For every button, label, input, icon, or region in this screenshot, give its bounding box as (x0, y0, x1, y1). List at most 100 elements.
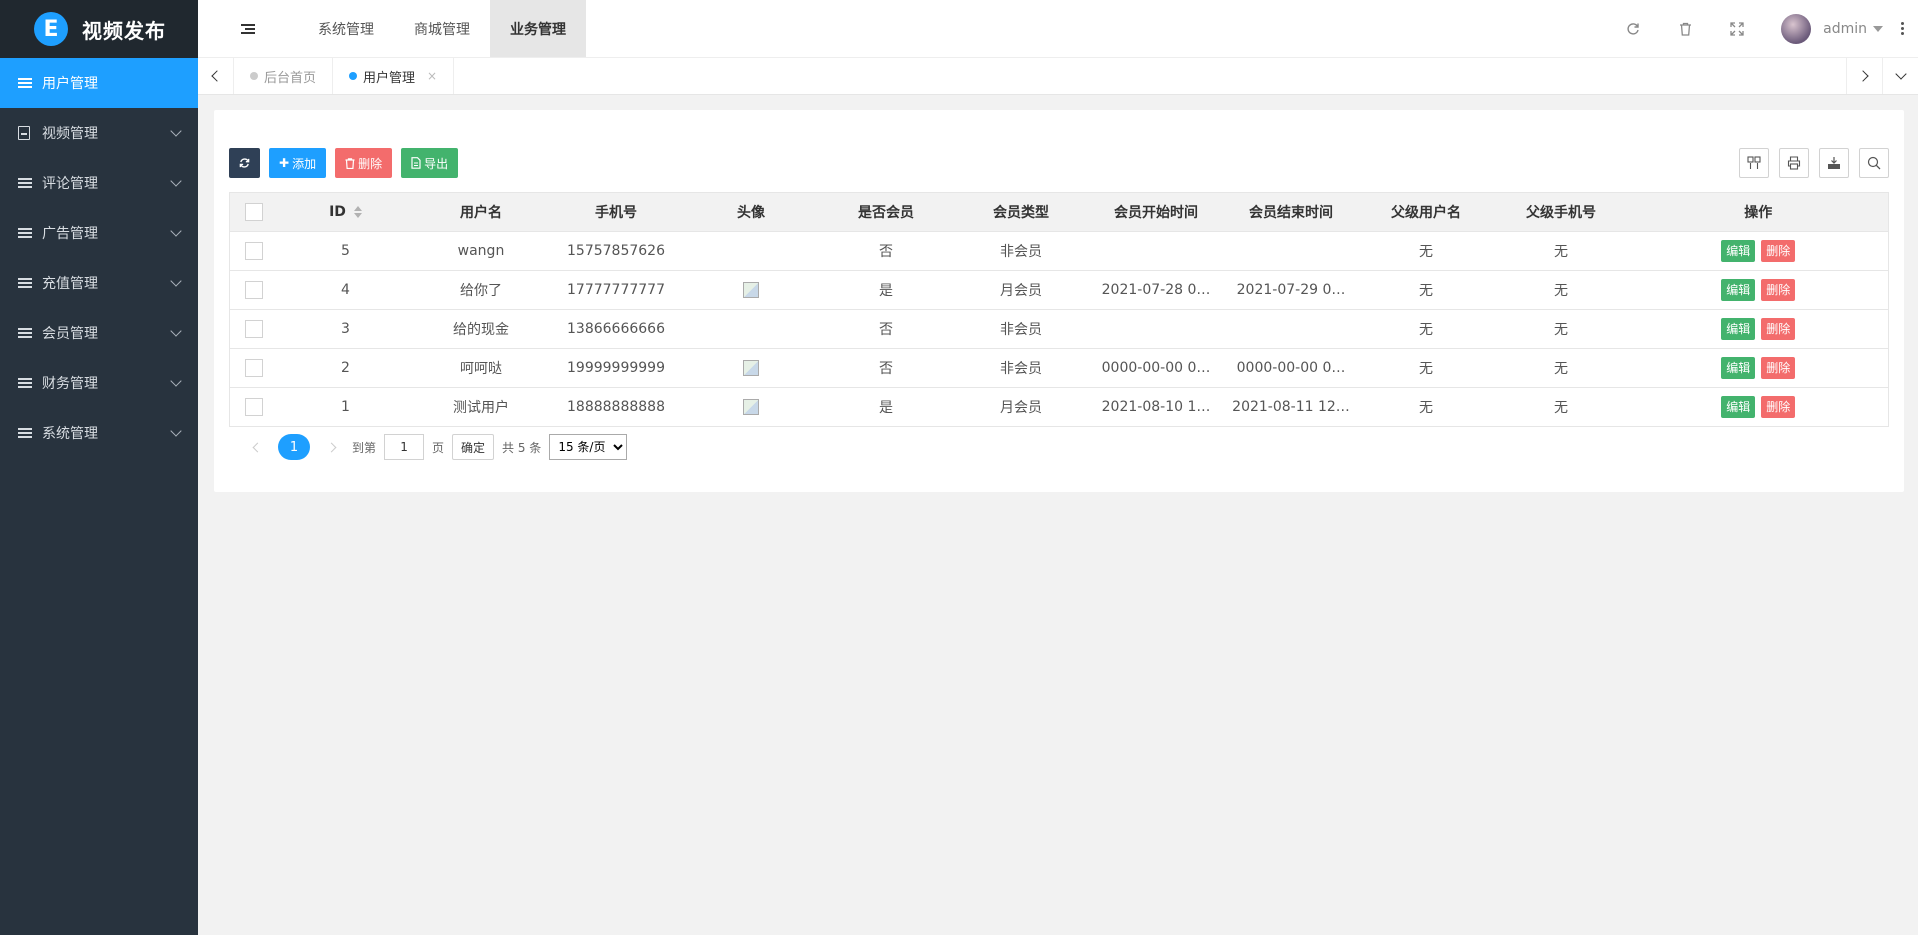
fullscreen-button[interactable] (1711, 0, 1763, 58)
cell-start (1088, 231, 1224, 271)
row-checkbox[interactable] (244, 281, 263, 299)
page-tab-strip: 后台首页 用户管理 × (198, 58, 1918, 95)
menu-toggle-button[interactable] (198, 0, 298, 57)
close-icon[interactable]: × (427, 69, 437, 83)
chevron-right-icon (326, 442, 336, 452)
list-icon (18, 428, 32, 438)
cell-phone: 15757857626 (548, 231, 684, 271)
select-all-cell (229, 192, 278, 232)
sort-icon[interactable] (353, 206, 362, 218)
delete-button[interactable]: 删除 (1761, 279, 1796, 301)
top-tab-1[interactable]: 商城管理 (394, 0, 490, 57)
tabs-scroll-left-button[interactable] (198, 58, 234, 94)
row-checkbox[interactable] (244, 242, 263, 260)
edit-button[interactable]: 编辑 (1721, 357, 1756, 379)
list-icon (18, 178, 32, 188)
refresh-icon (1627, 22, 1639, 35)
cell-id: 1 (277, 387, 414, 427)
sidebar-item-label: 财务管理 (42, 376, 98, 392)
column-header-member-type: 会员类型 (953, 192, 1089, 232)
column-header-actions: 操作 (1628, 192, 1889, 232)
cell-parent-phone: 无 (1493, 270, 1629, 310)
sidebar-item-7[interactable]: 系统管理 (0, 408, 198, 458)
reload-button[interactable] (229, 148, 260, 178)
tabs-scroll-right-button[interactable] (1846, 58, 1882, 94)
clear-cache-button[interactable] (1659, 0, 1711, 58)
tabs-dropdown-button[interactable] (1882, 58, 1918, 94)
goto-page-input[interactable] (384, 434, 425, 460)
edit-button[interactable]: 编辑 (1721, 396, 1756, 418)
sidebar-item-0[interactable]: 用户管理 (0, 58, 198, 108)
doc-icon (18, 126, 30, 140)
table-header-row: ID 用户名 手机号 头像 是否会员 会员类型 会员开始时间 会员结束时间 父级… (229, 192, 1889, 232)
sidebar-item-label: 广告管理 (42, 226, 98, 242)
user-avatar[interactable] (1781, 13, 1812, 44)
cell-member-type: 非会员 (953, 348, 1089, 388)
cell-end (1223, 309, 1359, 349)
page-size-select[interactable]: 15 条/页 (549, 434, 628, 460)
delete-button[interactable]: 删除 (1761, 240, 1796, 262)
current-page[interactable]: 1 (278, 434, 310, 460)
sidebar-item-1[interactable]: 视频管理 (0, 108, 198, 158)
sidebar-item-5[interactable]: 会员管理 (0, 308, 198, 358)
sidebar-item-label: 系统管理 (42, 426, 98, 442)
cell-is-member: 否 (818, 309, 954, 349)
cell-avatar (683, 231, 819, 271)
row-select-cell (229, 231, 278, 271)
sidebar-item-3[interactable]: 广告管理 (0, 208, 198, 258)
content-card: ✚ 添加 删除 导出 ID 用户名 手机号 头像 是否会员 会员类型 会员开始时… (214, 110, 1904, 492)
refresh-icon (239, 158, 250, 168)
sidebar-item-6[interactable]: 财务管理 (0, 358, 198, 408)
select-all-checkbox[interactable] (244, 203, 263, 221)
delete-button[interactable]: 删除 (1761, 396, 1796, 418)
chevron-down-icon (170, 125, 182, 137)
more-vertical-icon[interactable] (1901, 22, 1904, 35)
page-tab-0[interactable]: 后台首页 (234, 58, 334, 94)
user-menu[interactable]: admin (1823, 21, 1883, 37)
prev-page-button[interactable] (244, 434, 270, 460)
table-row[interactable]: 1 测试用户 18888888888 是月会员 2021-08-10 1… 2021-08… (229, 387, 1889, 427)
username: admin (1823, 20, 1867, 37)
logo[interactable]: E 视频发布 (0, 0, 198, 58)
search-button[interactable] (1859, 148, 1889, 178)
row-checkbox[interactable] (244, 359, 263, 377)
delete-button[interactable]: 删除 (1761, 318, 1796, 340)
table-row[interactable]: 4 给你了 17777777777 是月会员 2021-07-28 0… 2021-07-… (229, 270, 1889, 310)
list-icon (18, 328, 32, 338)
cell-end: 2021-08-11 12… (1223, 387, 1359, 427)
table-row[interactable]: 2 呵呵哒 19999999999 否非会员 0000-00-00 0… 0000-00-… (229, 348, 1889, 388)
delete-button[interactable]: 删除 (1761, 357, 1796, 379)
edit-button[interactable]: 编辑 (1721, 279, 1756, 301)
edit-button[interactable]: 编辑 (1721, 318, 1756, 340)
sidebar-item-4[interactable]: 充值管理 (0, 258, 198, 308)
top-tab-2[interactable]: 业务管理 (490, 0, 586, 57)
column-header-parent-phone: 父级手机号 (1493, 192, 1629, 232)
column-header-end-time: 会员结束时间 (1223, 192, 1359, 232)
refresh-button[interactable] (1607, 0, 1659, 58)
row-checkbox[interactable] (244, 320, 263, 338)
add-button[interactable]: ✚ 添加 (269, 148, 327, 178)
batch-delete-button[interactable]: 删除 (335, 148, 393, 178)
export-button[interactable]: 导出 (401, 148, 459, 178)
cell-is-member: 是 (818, 270, 954, 310)
row-checkbox[interactable] (244, 398, 263, 416)
table-row[interactable]: 3 给的现金 13866666666 否非会员无无编辑 删除 (229, 309, 1889, 349)
chevron-down-icon (170, 425, 182, 437)
chevron-right-icon (1857, 70, 1869, 82)
export-table-button[interactable] (1819, 148, 1849, 178)
list-icon (18, 378, 32, 388)
columns-filter-button[interactable] (1739, 148, 1769, 178)
cell-member-type: 月会员 (953, 270, 1089, 310)
page-tab-1[interactable]: 用户管理 × (333, 58, 455, 94)
cell-parent-name: 无 (1358, 231, 1494, 271)
list-icon (18, 228, 32, 238)
goto-confirm-button[interactable]: 确定 (452, 434, 495, 460)
table-row[interactable]: 5 wangn 15757857626 否非会员无无编辑 删除 (229, 231, 1889, 271)
next-page-button[interactable] (318, 434, 344, 460)
column-header-id[interactable]: ID (277, 192, 414, 232)
cell-actions: 编辑 删除 (1628, 309, 1889, 349)
sidebar-item-2[interactable]: 评论管理 (0, 158, 198, 208)
print-button[interactable] (1779, 148, 1809, 178)
edit-button[interactable]: 编辑 (1721, 240, 1756, 262)
top-tab-0[interactable]: 系统管理 (298, 0, 394, 57)
